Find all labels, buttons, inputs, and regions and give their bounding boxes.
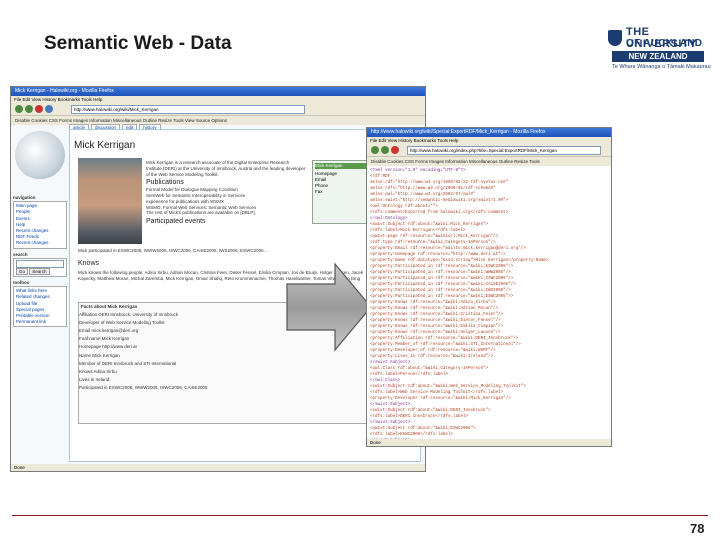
fact-row: Member of DERI Innsbruck and STI Interna… <box>79 360 177 366</box>
publications-header: Publications <box>146 179 184 187</box>
person-photo <box>78 158 142 244</box>
bio-section: Mick Kerrigan is a research associate of… <box>146 160 306 226</box>
right-arrow-icon <box>286 262 372 352</box>
rdf-browser-window: http://www.halowiki.org/wiki/Special:Exp… <box>366 127 612 447</box>
participated-header: Participated events <box>146 218 206 226</box>
fact-row: Name Mick Kerrigan <box>79 352 120 358</box>
page-number: 78 <box>690 521 705 536</box>
footer-rule <box>12 515 708 516</box>
menu-bar-2[interactable]: File Edit View History Bookmarks Tools H… <box>367 137 611 144</box>
search-box: Go Search <box>13 257 67 278</box>
university-logo: THE UNIVERSITY OF AUCKLAND NEW ZEALAND T… <box>608 26 711 78</box>
logo-band: NEW ZEALAND <box>612 51 704 62</box>
fact-row: Knows Adina Sirbu <box>79 368 117 374</box>
slide-title: Semantic Web - Data <box>44 33 232 54</box>
search-button[interactable]: Search <box>29 267 50 275</box>
nav-box: Main page People Events Help Recent chan… <box>13 201 67 249</box>
fact-row: Lives in Ireland <box>79 376 110 382</box>
search-input[interactable] <box>16 259 64 268</box>
participated-text: Mick participated in ESWC2006, WWW2005, … <box>78 248 269 253</box>
address-bar-2[interactable]: http://www.halowiki.org/index.php?title=… <box>407 146 601 155</box>
toolbox-box: What links here Related changes Upload f… <box>13 286 67 328</box>
back-icon[interactable] <box>15 105 23 113</box>
wiki-logo-icon[interactable] <box>15 131 65 179</box>
go-button[interactable]: Go <box>16 267 29 275</box>
status-bar-2: Done <box>367 439 611 446</box>
window-title: Mick Kerrigan - Halowiki.org - Mozilla F… <box>11 87 425 96</box>
nav-toolbar-2: http://www.halowiki.org/index.php?title=… <box>367 144 611 157</box>
status-bar: Done <box>11 464 425 471</box>
sidebar-item[interactable]: Recent changes <box>16 240 64 246</box>
stop-icon[interactable] <box>391 146 399 154</box>
fact-row: Participated in ESWC2006, WWW2005, ISWC2… <box>79 384 208 390</box>
rdf-source-view: <?xml version="1.0" encoding="UTF-8"?> <r… <box>367 166 611 439</box>
menu-bar[interactable]: File Edit View History Bookmarks Tools H… <box>11 96 425 103</box>
window-title-2: http://www.halowiki.org/wiki/Special:Exp… <box>367 128 611 137</box>
crest-icon <box>608 30 622 46</box>
toolbox-item[interactable]: Permanent link <box>16 319 64 325</box>
rest-text: The rest of Mick's publications are avai… <box>146 210 256 216</box>
logo-line-2: OF AUCKLAND <box>626 38 703 49</box>
home-icon[interactable] <box>45 105 53 113</box>
bio-text: Mick Kerrigan is a research associate of… <box>146 160 306 177</box>
wiki-sidebar: navigation Main page People Events Help … <box>13 193 67 330</box>
forward-icon[interactable] <box>381 146 389 154</box>
knows-header: Knows <box>78 260 100 267</box>
page-title: Mick Kerrigan <box>74 140 136 151</box>
address-bar[interactable]: http://www.halowiki.org/wiki/Mick_Kerrig… <box>71 105 305 114</box>
back-icon[interactable] <box>371 146 379 154</box>
nav-toolbar: http://www.halowiki.org/wiki/Mick_Kerrig… <box>11 103 425 116</box>
logo-tagline: Te Whare Wānanga o Tāmaki Makaurau <box>612 64 711 70</box>
forward-icon[interactable] <box>25 105 33 113</box>
stop-icon[interactable] <box>35 105 43 113</box>
